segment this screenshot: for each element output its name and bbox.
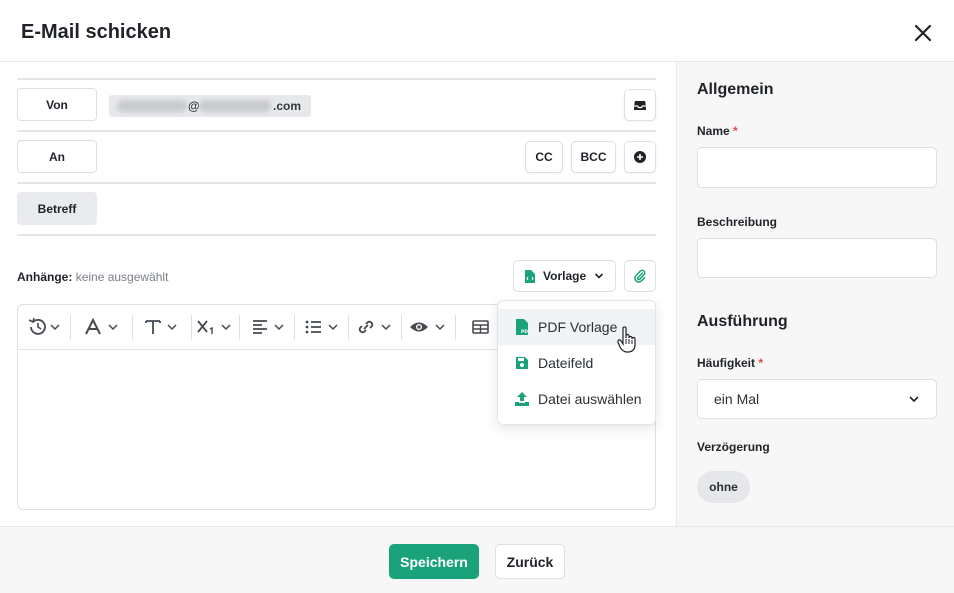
attach-file-button[interactable] [624,260,656,292]
attachments-value: keine ausgewählt [75,270,169,284]
toolbar-separator [70,315,71,340]
divider [17,78,656,80]
close-icon[interactable] [910,20,936,46]
chevron-down-icon [909,396,919,403]
dialog-header: E-Mail schicken [0,0,954,62]
attachments-label: Anhänge: [17,270,73,284]
name-label-text: Name [697,124,730,138]
general-section-title: Allgemein [697,81,774,98]
toolbar-separator [191,315,192,340]
hand-pointer-cursor-icon [617,326,637,359]
upload-icon [514,391,530,407]
delay-chip[interactable]: ohne [697,471,750,503]
redacted-domain [199,100,271,112]
add-recipient-button[interactable] [624,141,656,173]
frequency-label-text: Häufigkeit [697,356,756,370]
preview-eye-icon[interactable] [409,315,449,339]
divider [17,182,656,184]
subject-button[interactable]: Betreff [17,192,97,225]
plus-circle-icon [634,151,646,163]
paperclip-icon [634,269,646,283]
chevron-down-icon [595,273,604,279]
toolbar-separator [401,315,402,340]
history-icon[interactable] [27,315,63,339]
template-dropdown-menu: PDF PDF Vorlage Dateifeld D [497,300,656,425]
toolbar-separator [239,315,240,340]
align-left-icon[interactable] [251,315,287,339]
from-address: @ .com [109,95,311,117]
menu-item-label: PDF Vorlage [538,319,618,335]
template-button-label: Vorlage [543,269,587,283]
frequency-label: Häufigkeit * [697,356,763,370]
save-button[interactable]: Speichern [389,544,479,579]
required-mark: * [733,124,738,138]
description-label: Beschreibung [697,215,778,229]
menu-item-choose-file[interactable]: Datei auswählen [498,381,655,417]
link-icon[interactable] [355,315,395,339]
divider [17,234,656,236]
menu-item-label: Dateifeld [538,355,594,371]
back-button[interactable]: Zurück [495,544,565,579]
frequency-value: ein Mal [714,391,760,407]
list-icon[interactable] [304,315,342,339]
delay-label: Verzögerung [697,440,770,454]
font-color-icon[interactable] [84,315,122,339]
menu-item-label: Datei auswählen [538,391,642,407]
pdf-file-icon: PDF [514,319,530,335]
text-type-icon[interactable] [144,315,180,339]
table-icon[interactable] [472,315,490,339]
execution-section-title: Ausführung [697,313,788,330]
file-code-icon [525,269,535,283]
svg-text:PDF: PDF [521,329,529,335]
template-button[interactable]: Vorlage [513,260,616,292]
frequency-select[interactable]: ein Mal [697,379,937,419]
save-icon [514,355,530,371]
name-label: Name * [697,124,738,138]
toolbar-separator [348,315,349,340]
domain-suffix: .com [273,99,302,113]
subscript-icon[interactable] [196,315,234,339]
required-mark: * [758,356,764,370]
inbox-icon [634,101,646,110]
toolbar-separator [294,315,295,340]
toolbar-separator [455,315,456,340]
divider [17,130,656,132]
toolbar-separator [132,315,133,340]
name-input[interactable] [697,147,937,188]
description-input[interactable] [697,238,937,278]
dialog-title: E-Mail schicken [21,21,172,43]
redacted-name [117,100,187,112]
at-sign: @ [188,99,200,113]
bcc-button[interactable]: BCC [571,141,616,173]
inbox-button[interactable] [624,89,656,121]
cc-button[interactable]: CC [525,141,563,173]
to-button[interactable]: An [17,140,97,173]
from-button[interactable]: Von [17,88,97,121]
attachments-info: Anhänge: keine ausgewählt [17,270,168,284]
